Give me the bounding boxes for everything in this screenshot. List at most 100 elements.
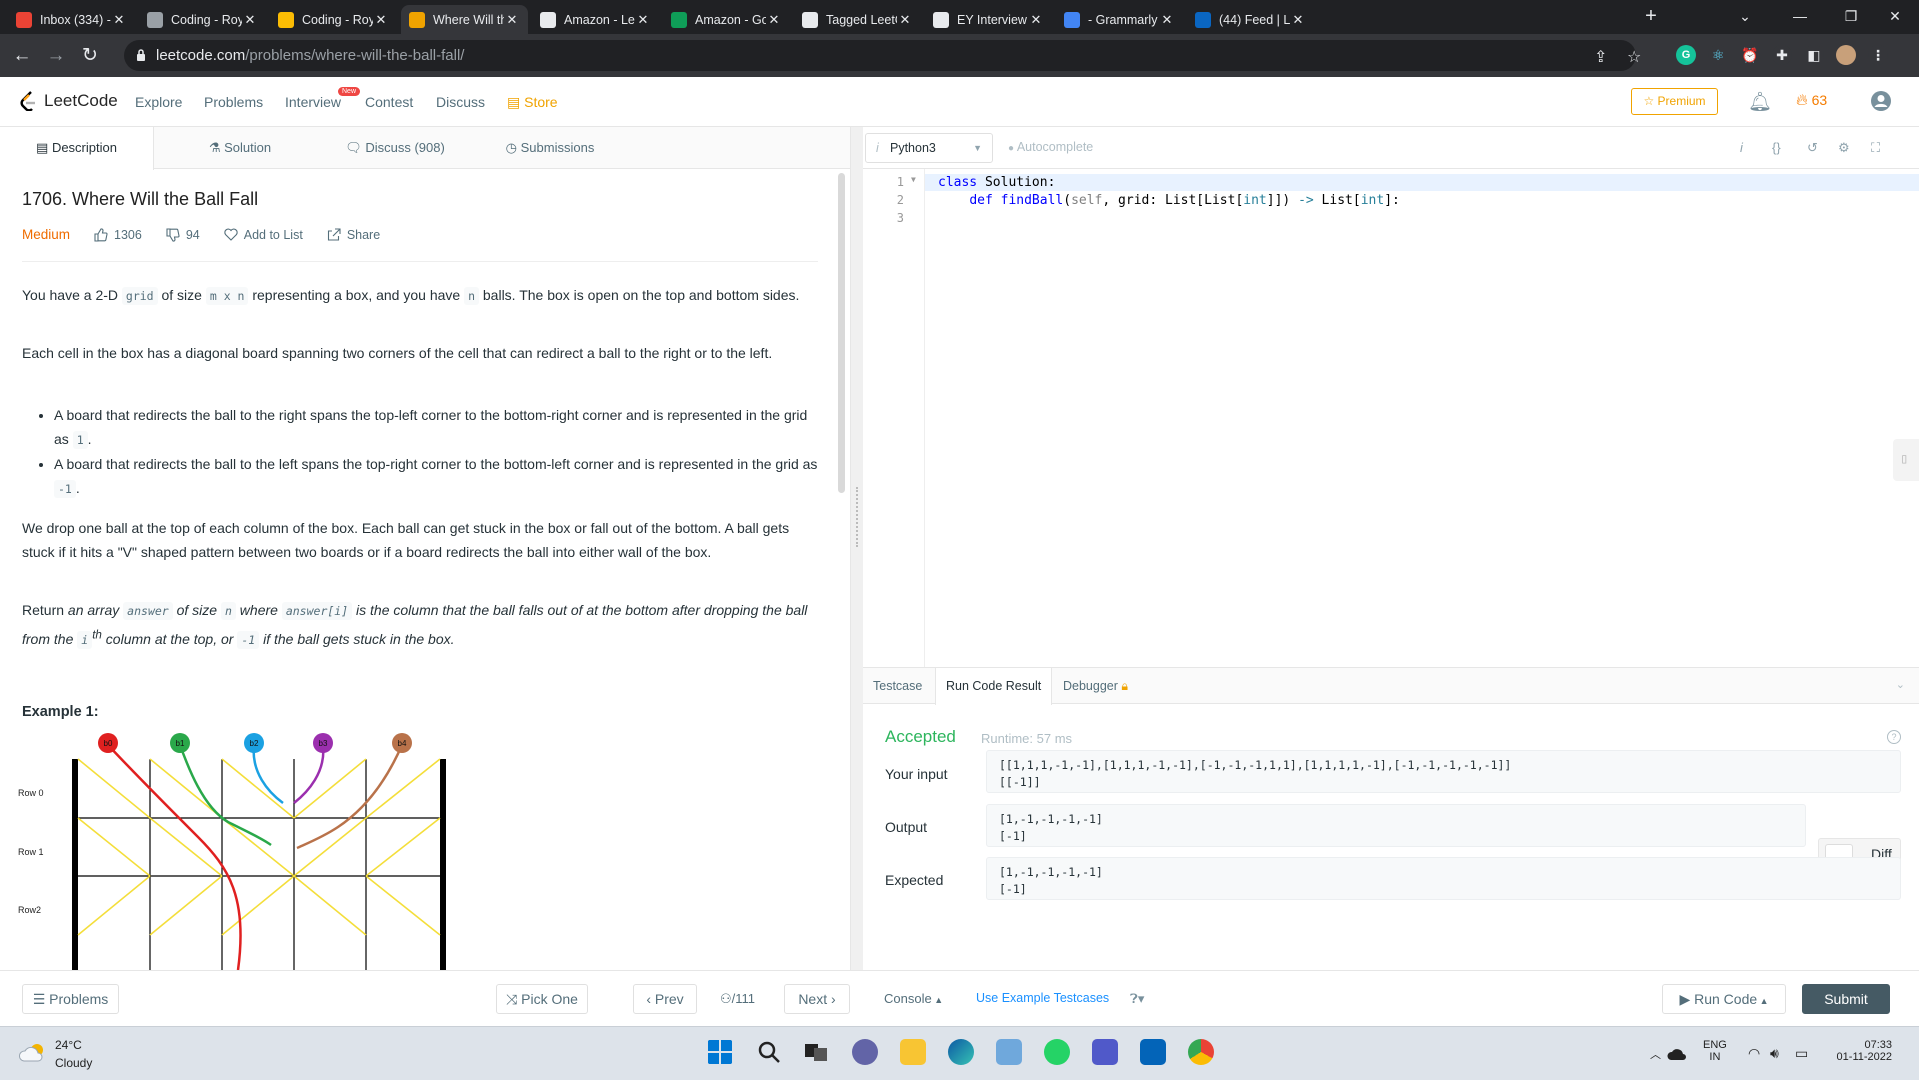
outlook-icon[interactable]	[1140, 1039, 1166, 1065]
close-tab-icon[interactable]: ✕	[766, 12, 782, 28]
cloud-weather-icon[interactable]	[18, 1041, 48, 1063]
tab-testcase[interactable]: Testcase	[863, 668, 932, 704]
browser-tab[interactable]: (44) Feed | Link✕	[1187, 5, 1314, 34]
close-tab-icon[interactable]: ✕	[635, 12, 651, 28]
use-example-testcases-link[interactable]: Use Example Testcases	[976, 991, 1109, 1005]
fold-arrow-icon[interactable]: ▼	[911, 175, 916, 184]
reset-icon[interactable]: ↺	[1807, 140, 1818, 156]
close-tab-icon[interactable]: ✕	[897, 12, 913, 28]
close-tab-icon[interactable]: ✕	[111, 12, 127, 28]
info-italic-icon[interactable]: i	[1740, 140, 1743, 155]
browser-tab[interactable]: Coding - Royal✕	[139, 5, 266, 34]
browser-tab[interactable]: Amazon - Goo✕	[663, 5, 790, 34]
close-tab-icon[interactable]: ✕	[373, 12, 389, 28]
share-page-icon[interactable]: ⇪	[1594, 47, 1607, 67]
nav-store[interactable]: ▤ Store	[507, 94, 558, 111]
close-tab-icon[interactable]: ✕	[504, 12, 520, 28]
autocomplete-toggle[interactable]: ● Autocomplete	[1008, 140, 1093, 154]
alarm-extension-icon[interactable]: ⏰	[1740, 45, 1760, 65]
whatsapp-icon[interactable]	[1044, 1039, 1070, 1065]
tab-description[interactable]: ▤ Description	[0, 127, 154, 170]
browser-tab[interactable]: Inbox (334) - ro✕	[8, 5, 135, 34]
minimize-icon[interactable]: —	[1785, 4, 1815, 28]
pane-divider[interactable]	[851, 127, 863, 970]
file-explorer-icon[interactable]	[900, 1039, 926, 1065]
next-button[interactable]: Next ›	[784, 984, 850, 1014]
browser-tab[interactable]: Coding - Royal✕	[270, 5, 397, 34]
add-to-list-button[interactable]: Add to List	[224, 228, 303, 242]
tab-discuss[interactable]: 🗨︎ Discuss (908)	[320, 127, 470, 169]
teams-chat-icon[interactable]	[852, 1039, 878, 1065]
code-editor[interactable]: 1 ▼ 2 3 class Solution: def findBall(sel…	[863, 169, 1919, 669]
clock[interactable]: 07:33 01-11-2022	[1836, 1039, 1892, 1063]
description-scrollbar[interactable]	[838, 173, 845, 493]
tab-submissions[interactable]: ◷ Submissions	[480, 127, 620, 169]
extensions-puzzle-icon[interactable]: ✚	[1772, 45, 1792, 65]
react-devtools-icon[interactable]: ⚛	[1708, 45, 1728, 65]
side-drawer-handle[interactable]: ▯	[1893, 439, 1919, 481]
browser-tab[interactable]: Tagged LeetCo✕	[794, 5, 921, 34]
volume-icon[interactable]: 🔊︎	[1770, 1045, 1779, 1062]
tab-solution[interactable]: ⚗ Solution	[180, 127, 300, 169]
wifi-icon[interactable]: ◠	[1748, 1045, 1760, 1062]
nav-interview[interactable]: Interview	[285, 94, 341, 110]
pick-one-button[interactable]: ⤨ Pick One	[496, 984, 588, 1014]
forward-icon[interactable]: →	[44, 44, 68, 68]
grammarly-extension-icon[interactable]: G	[1676, 45, 1696, 65]
braces-icon[interactable]: {}	[1772, 140, 1781, 155]
battery-icon[interactable]: ▭	[1795, 1045, 1808, 1062]
submit-button[interactable]: Submit	[1802, 984, 1890, 1014]
browser-tab[interactable]: Where Will the✕	[401, 5, 528, 34]
teams-icon[interactable]	[1092, 1039, 1118, 1065]
back-icon[interactable]: ←	[10, 44, 34, 68]
user-avatar-icon[interactable]	[1870, 90, 1892, 112]
browser-tab[interactable]: EY Interview Qu✕	[925, 5, 1052, 34]
console-toggle[interactable]: Console ▲	[884, 991, 943, 1006]
language-indicator[interactable]: ENG IN	[1703, 1039, 1727, 1063]
close-window-icon[interactable]: ✕	[1880, 4, 1910, 28]
tray-overflow-chevron-icon[interactable]: ︿	[1650, 1046, 1661, 1062]
like-button[interactable]: 1306	[94, 228, 142, 242]
premium-button[interactable]: ☆ Premium	[1631, 88, 1718, 115]
tab-run-code-result[interactable]: Run Code Result	[935, 668, 1053, 705]
address-bar[interactable]: leetcode.com/problems/where-will-the-bal…	[124, 40, 1641, 71]
dislike-button[interactable]: 94	[166, 228, 200, 242]
problems-list-button[interactable]: ☰ Problems	[22, 984, 119, 1014]
edge-browser-icon[interactable]	[948, 1039, 974, 1065]
divider-grip-icon[interactable]	[856, 487, 858, 547]
windows-start-icon[interactable]	[707, 1039, 733, 1065]
search-icon[interactable]	[756, 1039, 782, 1065]
task-view-icon[interactable]	[803, 1039, 829, 1065]
fullscreen-icon[interactable]: ⛶	[1871, 140, 1880, 156]
nav-problems[interactable]: Problems	[204, 94, 263, 110]
run-code-button[interactable]: ▶ Run Code ▲	[1662, 984, 1786, 1014]
prev-button[interactable]: ‹ Prev	[633, 984, 697, 1014]
bookmark-star-icon[interactable]: ☆	[1627, 47, 1641, 67]
close-tab-icon[interactable]: ✕	[1028, 12, 1044, 28]
streak-counter[interactable]: 🔥︎ 63	[1796, 92, 1827, 110]
profile-avatar-icon[interactable]	[1836, 45, 1856, 65]
close-tab-icon[interactable]: ✕	[1290, 12, 1306, 28]
language-select[interactable]: i Python3 ▼	[865, 133, 993, 163]
chrome-taskbar-icon[interactable]	[1188, 1039, 1214, 1065]
help-dropdown-icon[interactable]: ❓︎▾	[1130, 991, 1144, 1007]
settings-icon[interactable]: ⚙	[1838, 140, 1850, 156]
onedrive-cloud-icon[interactable]	[1667, 1047, 1687, 1061]
problem-counter[interactable]: ⚇/111	[720, 991, 755, 1007]
nav-explore[interactable]: Explore	[135, 94, 182, 110]
browser-tab[interactable]: Amazon - Leetc✕	[532, 5, 659, 34]
reload-icon[interactable]: ↻	[78, 44, 102, 68]
chrome-menu-icon[interactable]: ⋮	[1868, 45, 1888, 65]
photos-icon[interactable]	[996, 1039, 1022, 1065]
close-tab-icon[interactable]: ✕	[242, 12, 258, 28]
tab-search-icon[interactable]: ⌄	[1730, 4, 1760, 28]
side-panel-icon[interactable]: ◧	[1804, 45, 1824, 65]
close-tab-icon[interactable]: ✕	[1159, 12, 1175, 28]
notification-bell-icon[interactable]: 🔔︎	[1748, 90, 1772, 114]
leetcode-logo[interactable]: LeetCode	[20, 91, 118, 111]
browser-tab[interactable]: - Grammarly ✕	[1056, 5, 1183, 34]
restore-icon[interactable]: ❐	[1836, 4, 1866, 28]
help-icon[interactable]: ?	[1887, 730, 1901, 744]
tab-debugger[interactable]: Debugger 🔒︎	[1053, 668, 1138, 704]
nav-discuss[interactable]: Discuss	[436, 94, 485, 110]
